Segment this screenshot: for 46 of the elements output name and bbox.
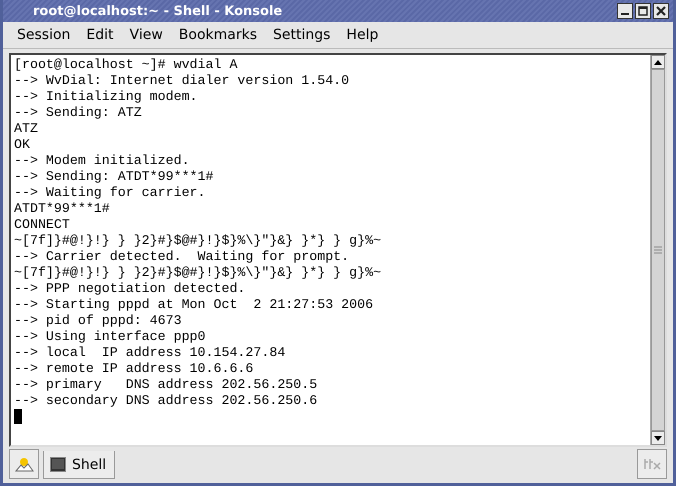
menu-item[interactable]: Edit	[78, 27, 122, 43]
terminal-line: --> secondary DNS address 202.56.250.6	[14, 393, 318, 409]
grip-icon	[654, 246, 662, 254]
menu-item[interactable]: Settings	[265, 27, 338, 43]
terminal-line: --> local IP address 10.154.27.84	[14, 345, 286, 361]
maximize-button[interactable]	[635, 3, 651, 19]
scrollbar[interactable]	[650, 55, 665, 445]
scroll-up-icon[interactable]	[654, 60, 662, 64]
close-session-icon	[642, 457, 662, 471]
session-tab[interactable]: Shell	[43, 451, 116, 479]
menu-item[interactable]: Help	[338, 27, 386, 43]
terminal-line: --> WvDial: Internet dialer version 1.54.0	[14, 73, 350, 89]
maximize-icon	[638, 6, 648, 16]
terminal[interactable]	[9, 53, 667, 447]
text-cursor	[14, 409, 22, 424]
terminal-line: ATDT*99***1#	[14, 201, 111, 217]
new-session-button[interactable]	[9, 449, 39, 479]
terminal-line: ATZ	[14, 121, 39, 137]
terminal-icon	[50, 457, 66, 472]
close-icon	[656, 6, 666, 16]
minimize-button[interactable]	[617, 3, 633, 19]
terminal-line: --> Sending: ATZ	[14, 105, 143, 121]
close-button[interactable]	[653, 3, 669, 19]
terminal-line: ~[7f]}#@!}!} } }2}#}$@#}!}$}%\}"}&} }*} } g}%~	[14, 233, 382, 249]
terminal-line: --> PPP negotiation detected.	[14, 281, 246, 297]
terminal-line: --> Waiting for carrier.	[14, 185, 207, 201]
sun-landscape-icon	[13, 455, 35, 473]
terminal-line: --> Carrier detected. Waiting for prompt.	[14, 249, 350, 265]
terminal-line: --> pid of pppd: 4673	[14, 313, 183, 329]
terminal-line: --> Starting pppd at Mon Oct 2 21:27:53 2006	[14, 297, 374, 313]
terminal-line: [root@localhost ~]# wvdial A	[14, 57, 238, 73]
terminal-line: ~[7f]}#@!}!} } }2}#}$@#}!}$}%\}"}&} }*} } g}%~	[14, 265, 382, 281]
window-title: root@localhost:~ - Shell - Konsole	[32, 4, 284, 18]
terminal-line: --> primary DNS address 202.56.250.5	[14, 377, 318, 393]
menu-item[interactable]: View	[122, 27, 171, 43]
minimize-icon	[621, 13, 629, 15]
terminal-line: --> Modem initialized.	[14, 153, 191, 169]
terminal-line: --> Sending: ATDT*99***1#	[14, 169, 214, 185]
terminal-line: --> Initializing modem.	[14, 89, 199, 105]
terminal-line: --> remote IP address 10.6.6.6	[14, 361, 254, 377]
scroll-down-icon[interactable]	[654, 436, 662, 440]
terminal-line: --> Using interface ppp0	[14, 329, 207, 345]
menu-item[interactable]: Bookmarks	[170, 27, 265, 43]
menu-item[interactable]: Session	[9, 27, 78, 43]
terminal-line: OK	[14, 137, 31, 153]
terminal-line: CONNECT	[14, 217, 71, 233]
